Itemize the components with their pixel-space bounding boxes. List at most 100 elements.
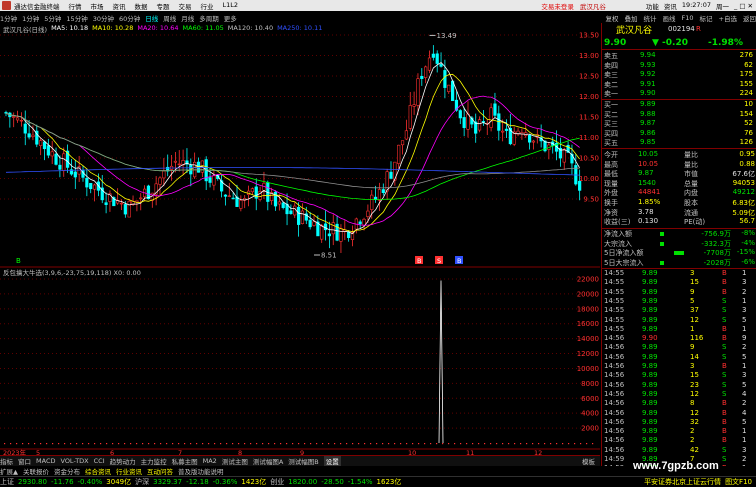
indicator-tab[interactable]: 测试主图 [222, 456, 248, 466]
indicator-tick-label: 6000 [581, 395, 599, 403]
menu-item[interactable]: L1L2 [223, 1, 239, 11]
period-tab[interactable]: 1分钟 [0, 13, 17, 23]
period-tab[interactable]: 多周期 [199, 13, 219, 23]
chart-tool-button[interactable]: 画线 [663, 13, 676, 23]
top-right-item[interactable]: 资讯 [664, 1, 677, 11]
orderbook-price[interactable]: 9.93 [640, 61, 656, 69]
indicator-tab[interactable]: CCI [94, 457, 105, 465]
indicator-tab[interactable]: 主力监控 [141, 456, 167, 466]
baseline-dot [220, 443, 222, 445]
expand-link[interactable]: 行业资讯 [116, 466, 142, 476]
menu-item[interactable]: 交易 [179, 1, 192, 11]
indicator-tab[interactable]: 测试幅图B [288, 456, 318, 466]
top-right-item[interactable]: 周一 [716, 1, 729, 11]
candle-body [389, 171, 393, 179]
menu-item[interactable]: 数据 [135, 1, 148, 11]
indicator-tab[interactable]: 指标 [0, 456, 13, 466]
orderbook-price[interactable]: 9.90 [640, 89, 656, 97]
chart-tool-button[interactable]: 叠加 [625, 13, 638, 23]
period-tab[interactable]: 30分钟 [93, 13, 114, 23]
indicator-tab[interactable]: 趋势动力 [110, 456, 136, 466]
period-tab[interactable]: 更多 [224, 13, 237, 23]
chart-tool-button[interactable]: F10 [682, 14, 694, 22]
flow-label: 5日大宗流入 [604, 258, 644, 267]
menu-item[interactable]: 资讯 [113, 1, 126, 11]
orderbook-price[interactable]: 9.92 [640, 70, 656, 78]
top-right-item[interactable]: 功能 [646, 1, 659, 11]
orderbook-price[interactable]: 9.87 [640, 119, 656, 127]
ma250-line [5, 167, 580, 176]
panel-row: 净资 3.78 流通 5.09亿 [602, 208, 756, 218]
expand-link[interactable]: 资金分布 [54, 466, 80, 476]
tick-price: 9.89 [642, 408, 658, 417]
baseline-dot [46, 443, 48, 445]
tick-side: B [722, 408, 727, 417]
orderbook-price[interactable]: 9.89 [640, 100, 656, 108]
indicator-tab[interactable]: 设置 [323, 456, 341, 466]
baseline-dot [10, 443, 12, 445]
candle-body [424, 66, 428, 78]
index-quote: 3329.37 [153, 478, 183, 486]
baseline-dot [508, 443, 510, 445]
period-tab[interactable]: 日线 [145, 13, 158, 23]
chart-tool-button[interactable]: 复权 [606, 13, 619, 23]
period-tab[interactable]: 周线 [163, 13, 176, 23]
indicator-tab[interactable]: VOL-TDX [60, 457, 88, 465]
chart-tool-button[interactable]: +自选 [719, 13, 737, 23]
menu-item[interactable]: 市场 [91, 1, 104, 11]
connection-status[interactable]: 平安证券北京上证云行情 [644, 477, 721, 487]
expand-link[interactable]: 关联报价 [23, 466, 49, 476]
kline-chart[interactable]: 13.49 8.51 B B S B 13.50 13.00 12.50 12.00 11.50 11… [0, 23, 600, 475]
baseline-dot [580, 443, 582, 445]
menu-item[interactable]: 行情 [69, 1, 82, 11]
chart-tool-button[interactable]: 标记 [700, 13, 713, 23]
period-tab[interactable]: 1分钟 [22, 13, 39, 23]
indicator-tab[interactable]: MACD [36, 457, 55, 465]
menu-item[interactable]: 行业 [201, 1, 214, 11]
index-quote: 2930.80 [18, 478, 47, 486]
indicator-tab[interactable]: MA2 [203, 457, 217, 465]
login-alert[interactable]: 交易未登录 [541, 1, 574, 11]
period-tab[interactable]: 60分钟 [119, 13, 140, 23]
orderbook-price[interactable]: 9.91 [640, 80, 656, 88]
orderbook-price[interactable]: 9.94 [640, 51, 656, 59]
candle-body [212, 175, 216, 186]
menu-item[interactable]: 专题 [157, 1, 170, 11]
baseline-dot [388, 443, 390, 445]
f10-link[interactable]: 图文F10 [725, 477, 752, 487]
indicator-tab[interactable]: 窗口 [18, 456, 31, 466]
indicator-tab[interactable]: 测试幅图A [253, 456, 283, 466]
expand-link[interactable]: 普及版功能说明 [178, 466, 224, 476]
chart-tool-button[interactable]: 统计 [644, 13, 657, 23]
period-tab[interactable]: 15分钟 [66, 13, 87, 23]
tick-time: 14:56 [604, 362, 625, 370]
expand-link[interactable]: 综合资讯 [85, 466, 111, 476]
top-right-item[interactable]: 19:27:07 [682, 1, 711, 11]
baseline-dot [328, 443, 330, 445]
orderbook-label: 买一 [604, 101, 618, 109]
expand-link[interactable]: 互动问答 [147, 466, 173, 476]
candle-body [562, 148, 566, 163]
stock-code: 002194 [668, 25, 695, 33]
orderbook-price[interactable]: 9.86 [640, 129, 656, 137]
tick-price: 9.89 [642, 380, 658, 389]
baseline-dot [298, 443, 300, 445]
tick-time: 14:59 [604, 455, 625, 463]
baseline-dot [64, 443, 66, 445]
candle-body [50, 151, 54, 157]
indicator-tab[interactable]: 私募主图 [172, 456, 198, 466]
template-button[interactable]: 模板 [582, 456, 595, 466]
orderbook-price[interactable]: 9.85 [640, 138, 656, 146]
baseline-dot [334, 443, 336, 445]
window-controls[interactable]: _ □ ✕ [734, 2, 753, 10]
indicator-tick-label: 16000 [577, 320, 599, 328]
period-tab[interactable]: 5分钟 [44, 13, 61, 23]
tick-side: S [722, 315, 727, 324]
expand-link[interactable]: 扩展▲ [0, 466, 18, 476]
chart-tool-button[interactable]: 返回 [743, 13, 756, 23]
orderbook-price[interactable]: 9.88 [640, 110, 656, 118]
period-tab[interactable]: 月线 [181, 13, 194, 23]
stock-name: 武汉凡谷 [616, 26, 653, 36]
stat-value: 44841 [638, 188, 661, 197]
stat-label: 收益(三) [604, 218, 631, 227]
